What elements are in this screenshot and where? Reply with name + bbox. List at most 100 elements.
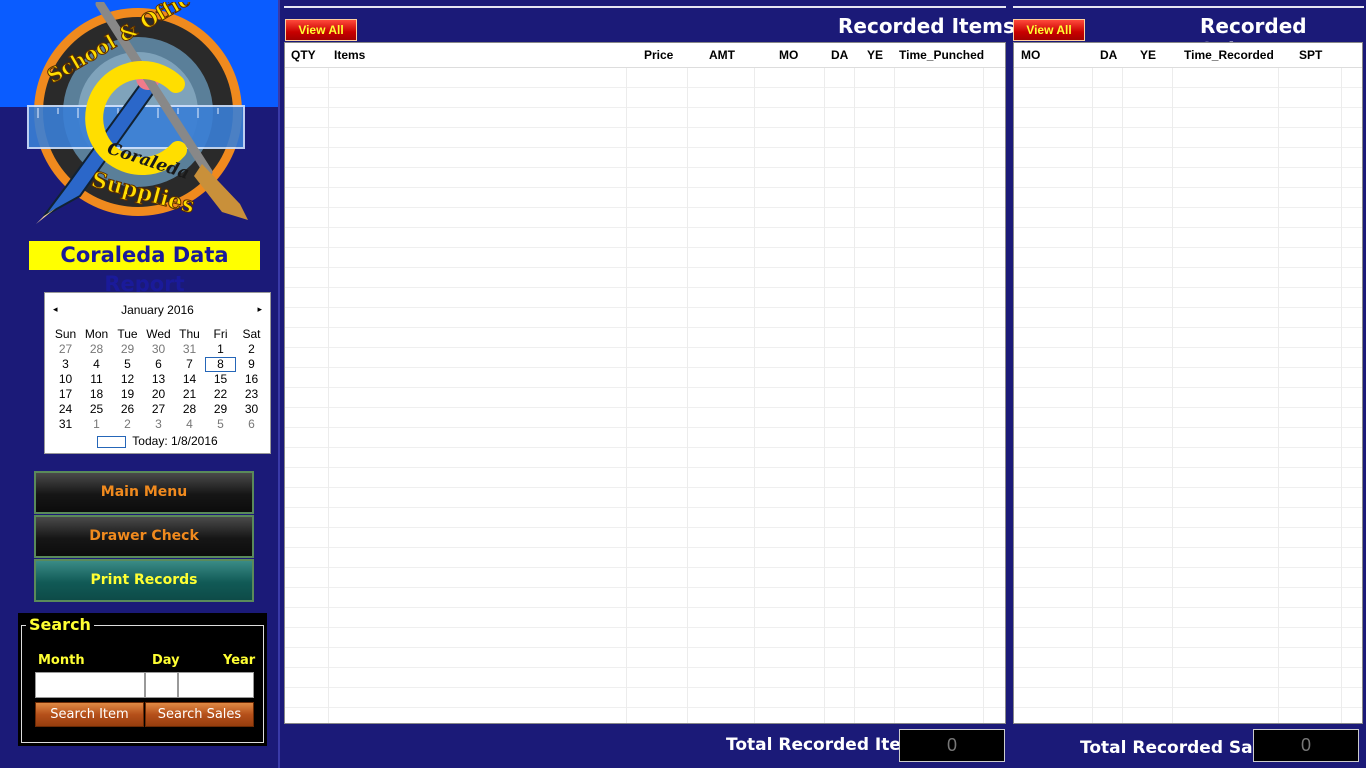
- calendar-today[interactable]: Today: 1/8/2016: [45, 434, 270, 448]
- calendar-day[interactable]: 8: [205, 357, 236, 372]
- drawer-check-button[interactable]: Drawer Check: [34, 515, 254, 558]
- items-view-all-button[interactable]: View All: [285, 19, 357, 41]
- month-label: Month: [38, 653, 85, 668]
- calendar-day[interactable]: 7: [174, 357, 205, 372]
- sales-grid-rows: [1014, 68, 1362, 723]
- calendar-day[interactable]: 10: [50, 372, 81, 387]
- col-header-qty[interactable]: QTY: [291, 43, 316, 68]
- sales-grid[interactable]: MO DA YE Time_Recorded SPT: [1013, 42, 1363, 724]
- calendar-day[interactable]: 2: [112, 417, 143, 432]
- calendar-day[interactable]: 26: [112, 402, 143, 417]
- col-header-ye[interactable]: YE: [1140, 43, 1156, 68]
- calendar-day[interactable]: 4: [81, 357, 112, 372]
- calendar-day[interactable]: 24: [50, 402, 81, 417]
- weekday-header: Wed: [146, 327, 171, 341]
- items-col-divider: [328, 43, 329, 723]
- weekday-header: Mon: [84, 327, 109, 341]
- col-header-price[interactable]: Price: [644, 43, 673, 68]
- calendar-day[interactable]: 22: [205, 387, 236, 402]
- today-marker-icon: [97, 435, 127, 448]
- calendar-day[interactable]: 21: [174, 387, 205, 402]
- coraleda-logo: School & Office Coraleda Supplies: [27, 2, 248, 224]
- col-header-items[interactable]: Items: [334, 43, 365, 68]
- calendar-day[interactable]: 31: [174, 342, 205, 357]
- calendar-day[interactable]: 2: [236, 342, 267, 357]
- col-header-da[interactable]: DA: [831, 43, 848, 68]
- calendar-day[interactable]: 19: [112, 387, 143, 402]
- calendar-day[interactable]: 29: [112, 342, 143, 357]
- sales-col-divider: [1278, 43, 1279, 723]
- search-legend: Search: [26, 615, 94, 634]
- sales-view-all-button[interactable]: View All: [1013, 19, 1085, 41]
- calendar-day[interactable]: 14: [174, 372, 205, 387]
- items-grid[interactable]: QTY Items Price AMT MO DA YE Time_Punche…: [284, 42, 1006, 724]
- items-grid-header: QTY Items Price AMT MO DA YE Time_Punche…: [285, 43, 1005, 68]
- next-month-icon[interactable]: ▸: [257, 304, 262, 315]
- calendar-day[interactable]: 20: [143, 387, 174, 402]
- year-label: Year: [223, 653, 256, 668]
- sales-col-divider: [1122, 43, 1123, 723]
- calendar-day[interactable]: 11: [81, 372, 112, 387]
- calendar-day[interactable]: 6: [236, 417, 267, 432]
- items-col-divider: [754, 43, 755, 723]
- col-header-ye[interactable]: YE: [867, 43, 883, 68]
- search-item-button[interactable]: Search Item: [35, 702, 144, 727]
- total-items-value: 0: [899, 729, 1005, 762]
- col-header-da[interactable]: DA: [1100, 43, 1117, 68]
- calendar-day[interactable]: 3: [50, 357, 81, 372]
- search-sales-button[interactable]: Search Sales: [145, 702, 254, 727]
- col-header-time-recorded[interactable]: Time_Recorded: [1184, 43, 1274, 68]
- calendar-day[interactable]: 18: [81, 387, 112, 402]
- sales-panel-top-line: [1013, 6, 1364, 8]
- items-col-divider: [687, 43, 688, 723]
- calendar-day[interactable]: 6: [143, 357, 174, 372]
- col-header-mo[interactable]: MO: [779, 43, 798, 68]
- month-input[interactable]: [35, 672, 145, 698]
- day-label: Day: [152, 653, 180, 668]
- items-col-divider: [626, 43, 627, 723]
- sales-col-divider: [1172, 43, 1173, 723]
- calendar-day[interactable]: 15: [205, 372, 236, 387]
- day-input[interactable]: [145, 672, 178, 698]
- col-header-mo[interactable]: MO: [1021, 43, 1040, 68]
- calendar-day[interactable]: 23: [236, 387, 267, 402]
- calendar-day[interactable]: 27: [143, 402, 174, 417]
- weekday-header: Tue: [117, 327, 138, 341]
- report-title: Coraleda Data Report: [29, 241, 260, 296]
- calendar-day[interactable]: 13: [143, 372, 174, 387]
- sidebar: School & Office Coraleda Supplies Corale…: [0, 0, 280, 768]
- calendar-day[interactable]: 1: [81, 417, 112, 432]
- calendar-day[interactable]: 31: [50, 417, 81, 432]
- print-records-button[interactable]: Print Records: [34, 559, 254, 602]
- calendar-day[interactable]: 12: [112, 372, 143, 387]
- main-menu-button[interactable]: Main Menu: [34, 471, 254, 514]
- calendar-day[interactable]: 28: [81, 342, 112, 357]
- calendar-day[interactable]: 29: [205, 402, 236, 417]
- today-label[interactable]: Today: 1/8/2016: [132, 434, 217, 448]
- calendar-day[interactable]: 5: [112, 357, 143, 372]
- calendar-day[interactable]: 3: [143, 417, 174, 432]
- calendar-day[interactable]: 27: [50, 342, 81, 357]
- items-grid-rows: [285, 68, 1005, 723]
- calendar-day[interactable]: 5: [205, 417, 236, 432]
- items-col-divider: [824, 43, 825, 723]
- calendar-day[interactable]: 30: [236, 402, 267, 417]
- year-input[interactable]: [178, 672, 254, 698]
- total-sales-value: 0: [1253, 729, 1359, 762]
- calendar-day[interactable]: 9: [236, 357, 267, 372]
- calendar-day[interactable]: 1: [205, 342, 236, 357]
- col-header-spt[interactable]: SPT: [1299, 43, 1322, 68]
- items-col-divider: [983, 43, 984, 723]
- col-header-time-punched[interactable]: Time_Punched: [899, 43, 984, 68]
- calendar-month-label[interactable]: January 2016: [45, 303, 270, 319]
- calendar-day[interactable]: 4: [174, 417, 205, 432]
- month-calendar[interactable]: ◂ January 2016 ▸ Sun Mon Tue Wed Thu Fri Sat 27…: [44, 292, 271, 454]
- col-header-amt[interactable]: AMT: [709, 43, 735, 68]
- calendar-day[interactable]: 16: [236, 372, 267, 387]
- items-col-divider: [854, 43, 855, 723]
- calendar-day[interactable]: 30: [143, 342, 174, 357]
- sales-col-divider: [1092, 43, 1093, 723]
- calendar-day[interactable]: 17: [50, 387, 81, 402]
- calendar-day[interactable]: 28: [174, 402, 205, 417]
- calendar-day[interactable]: 25: [81, 402, 112, 417]
